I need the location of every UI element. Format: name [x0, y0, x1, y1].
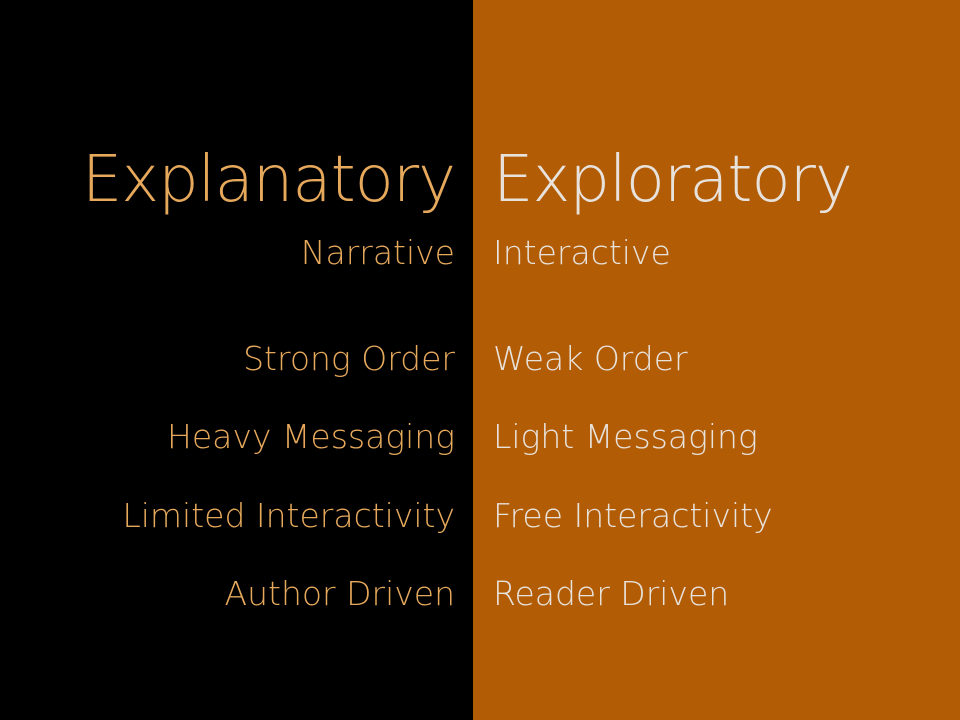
- exploratory-heading: Exploratory: [493, 143, 853, 217]
- exploratory-item: Reader Driven: [493, 574, 730, 613]
- explanatory-item: Author Driven: [224, 574, 455, 613]
- explanatory-column: Explanatory Narrative Strong Order Heavy…: [0, 0, 456, 720]
- exploratory-item: Weak Order: [493, 339, 688, 378]
- exploratory-column: Exploratory Interactive Weak Order Light…: [493, 0, 953, 720]
- explanatory-subheading: Narrative: [300, 233, 455, 272]
- explanatory-item: Limited Interactivity: [122, 496, 455, 535]
- exploratory-subheading: Interactive: [493, 233, 671, 272]
- explanatory-item: Strong Order: [243, 339, 455, 378]
- exploratory-item: Free Interactivity: [493, 496, 773, 535]
- exploratory-item: Light Messaging: [493, 417, 758, 456]
- explanatory-item: Heavy Messaging: [167, 417, 455, 456]
- explanatory-heading: Explanatory: [81, 143, 456, 217]
